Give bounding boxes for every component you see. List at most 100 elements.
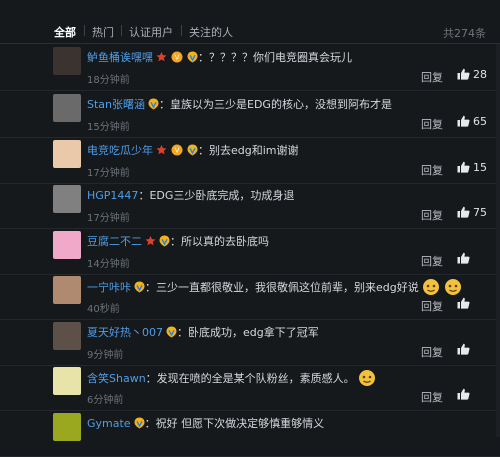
tab-hot[interactable]: 热门 [89, 24, 117, 40]
thumbs-up-icon [457, 343, 470, 355]
comment-item: Stan张曙涵 ：皇族以为三少是EDG的核心，没想到阿布才是 15分钟前 回复 65 [0, 91, 500, 138]
like-button[interactable]: 65 [457, 115, 487, 129]
like-button[interactable] [457, 343, 473, 357]
comment-text: EDG三少卧底完成，功成身退 [149, 189, 295, 202]
v-badge-icon [159, 235, 170, 247]
thumbs-up-icon [457, 388, 470, 400]
reply-button[interactable]: 回复 [421, 389, 443, 405]
like-button[interactable] [457, 297, 473, 311]
comment-item: 一宁咔咔 ：三少一直都很敬业，我很敬佩这位前辈，别来edg好说 40秒前 回复 [0, 273, 500, 320]
avatar[interactable] [53, 94, 81, 122]
comment-time: 14分钟前 [87, 259, 130, 270]
comment-content: 夏天好热丶007 ：卧底成功，edg拿下了冠军 [87, 324, 319, 340]
like-count: 15 [473, 161, 487, 174]
comment-content: 含笑Shawn：发现在喷的全是某个队粉丝，素质感人。 [87, 369, 377, 387]
username-link[interactable]: 一宁咔咔 [87, 281, 131, 294]
svg-text:V: V [175, 147, 180, 155]
v-badge-icon [187, 144, 198, 156]
comment-total-count: 共274条 [443, 27, 486, 40]
svg-text:V: V [175, 54, 180, 62]
reply-button[interactable]: 回复 [421, 298, 443, 314]
comment-text: 别去edg和im谢谢 [209, 144, 299, 157]
separator-colon: ： [177, 326, 188, 339]
scrollbar[interactable] [496, 44, 500, 437]
v-badge-icon [134, 281, 145, 293]
thumbs-up-icon [457, 68, 470, 80]
tab-following[interactable]: 关注的人 [186, 24, 236, 40]
thumbs-up-icon [457, 115, 470, 127]
avatar[interactable] [53, 140, 81, 168]
emoji-icon [443, 278, 463, 296]
like-button[interactable]: 75 [457, 206, 487, 220]
comment-time: 18分钟前 [87, 75, 130, 86]
star-icon [156, 144, 167, 155]
user-badges: V [153, 51, 198, 64]
user-badges: V [153, 144, 198, 157]
like-button[interactable]: 28 [457, 68, 487, 82]
v-badge-icon [134, 417, 145, 429]
reply-button[interactable]: 回复 [421, 253, 443, 269]
user-badges [142, 235, 170, 248]
avatar[interactable] [53, 231, 81, 259]
separator-colon: ： [138, 189, 150, 202]
comment-content: 电竞吃瓜少年 V ：别去edg和im谢谢 [87, 142, 299, 158]
avatar[interactable] [53, 322, 81, 350]
avatar[interactable] [53, 185, 81, 213]
user-badges [131, 417, 145, 430]
comment-time: 17分钟前 [87, 168, 130, 179]
separator-colon: ： [170, 235, 181, 248]
reply-button[interactable]: 回复 [421, 69, 443, 85]
user-badges [131, 281, 145, 294]
v-badge-icon [187, 51, 198, 63]
comment-text: 发现在喷的全是某个队粉丝，素质感人。 [156, 372, 355, 385]
tab-verified-users[interactable]: 认证用户 [126, 24, 176, 40]
like-button[interactable] [457, 252, 473, 266]
reply-button[interactable]: 回复 [421, 162, 443, 178]
reply-button[interactable]: 回复 [421, 344, 443, 360]
comment-content: 一宁咔咔 ：三少一直都很敬业，我很敬佩这位前辈，别来edg好说 [87, 278, 463, 296]
comment-text: 所以真的去卧底吗 [181, 235, 269, 248]
comment-text: ？？？？你们电竞圈真会玩儿 [209, 51, 352, 64]
tab-divider [84, 25, 85, 36]
comment-content: Gymate ：祝好 但愿下次做决定够慎重够情义 [87, 415, 324, 431]
username-link[interactable]: Gymate [87, 417, 131, 430]
tab-all[interactable]: 全部 [51, 24, 79, 40]
username-link[interactable]: 鲈鱼桶诶嘿嘿 [87, 51, 153, 64]
like-count: 65 [473, 115, 487, 128]
star-icon [145, 235, 156, 246]
avatar[interactable] [53, 276, 81, 304]
username-link[interactable]: 电竞吃瓜少年 [87, 144, 153, 157]
reply-button[interactable]: 回复 [421, 116, 443, 132]
user-badges [163, 326, 177, 339]
username-link[interactable]: Stan张曙涵 [87, 98, 145, 111]
comment-item: 鲈鱼桶诶嘿嘿 V ：？？？？你们电竞圈真会玩儿 18分钟前 回复 28 [0, 44, 500, 91]
avatar[interactable] [53, 367, 81, 395]
comment-content: 鲈鱼桶诶嘿嘿 V ：？？？？你们电竞圈真会玩儿 [87, 49, 352, 65]
v-badge-icon [166, 326, 177, 338]
username-link[interactable]: HGP1447 [87, 189, 138, 202]
like-count: 28 [473, 68, 487, 81]
tab-divider [181, 25, 182, 36]
username-link[interactable]: 夏天好热丶007 [87, 326, 163, 339]
like-button[interactable]: 15 [457, 161, 487, 175]
username-link[interactable]: 豆腐二不二 [87, 235, 142, 248]
avatar[interactable] [53, 47, 81, 75]
comment-text: 祝好 但愿下次做决定够慎重够情义 [155, 417, 325, 430]
comment-content: 豆腐二不二 ：所以真的去卧底吗 [87, 233, 269, 249]
emoji-icon [421, 278, 441, 296]
user-badges [145, 98, 159, 111]
thumbs-up-icon [457, 297, 470, 309]
comment-time: 9分钟前 [87, 350, 124, 361]
username-link[interactable]: 含笑Shawn [87, 372, 146, 385]
star-icon [156, 51, 167, 62]
reply-button[interactable]: 回复 [421, 207, 443, 223]
comment-time: 17分钟前 [87, 213, 130, 224]
emoji-icon [357, 369, 377, 387]
comment-item: 电竞吃瓜少年 V ：别去edg和im谢谢 17分钟前 回复 15 [0, 137, 500, 184]
comment-text: 三少一直都很敬业，我很敬佩这位前辈，别来edg好说 [156, 281, 419, 294]
like-button[interactable] [457, 388, 473, 402]
comment-tabs: 全部 热门 认证用户 关注的人 共274条 [0, 0, 500, 44]
comment-item: 豆腐二不二 ：所以真的去卧底吗 14分钟前 回复 [0, 228, 500, 275]
vip-icon: V [171, 51, 183, 63]
separator-colon: ： [145, 281, 156, 294]
